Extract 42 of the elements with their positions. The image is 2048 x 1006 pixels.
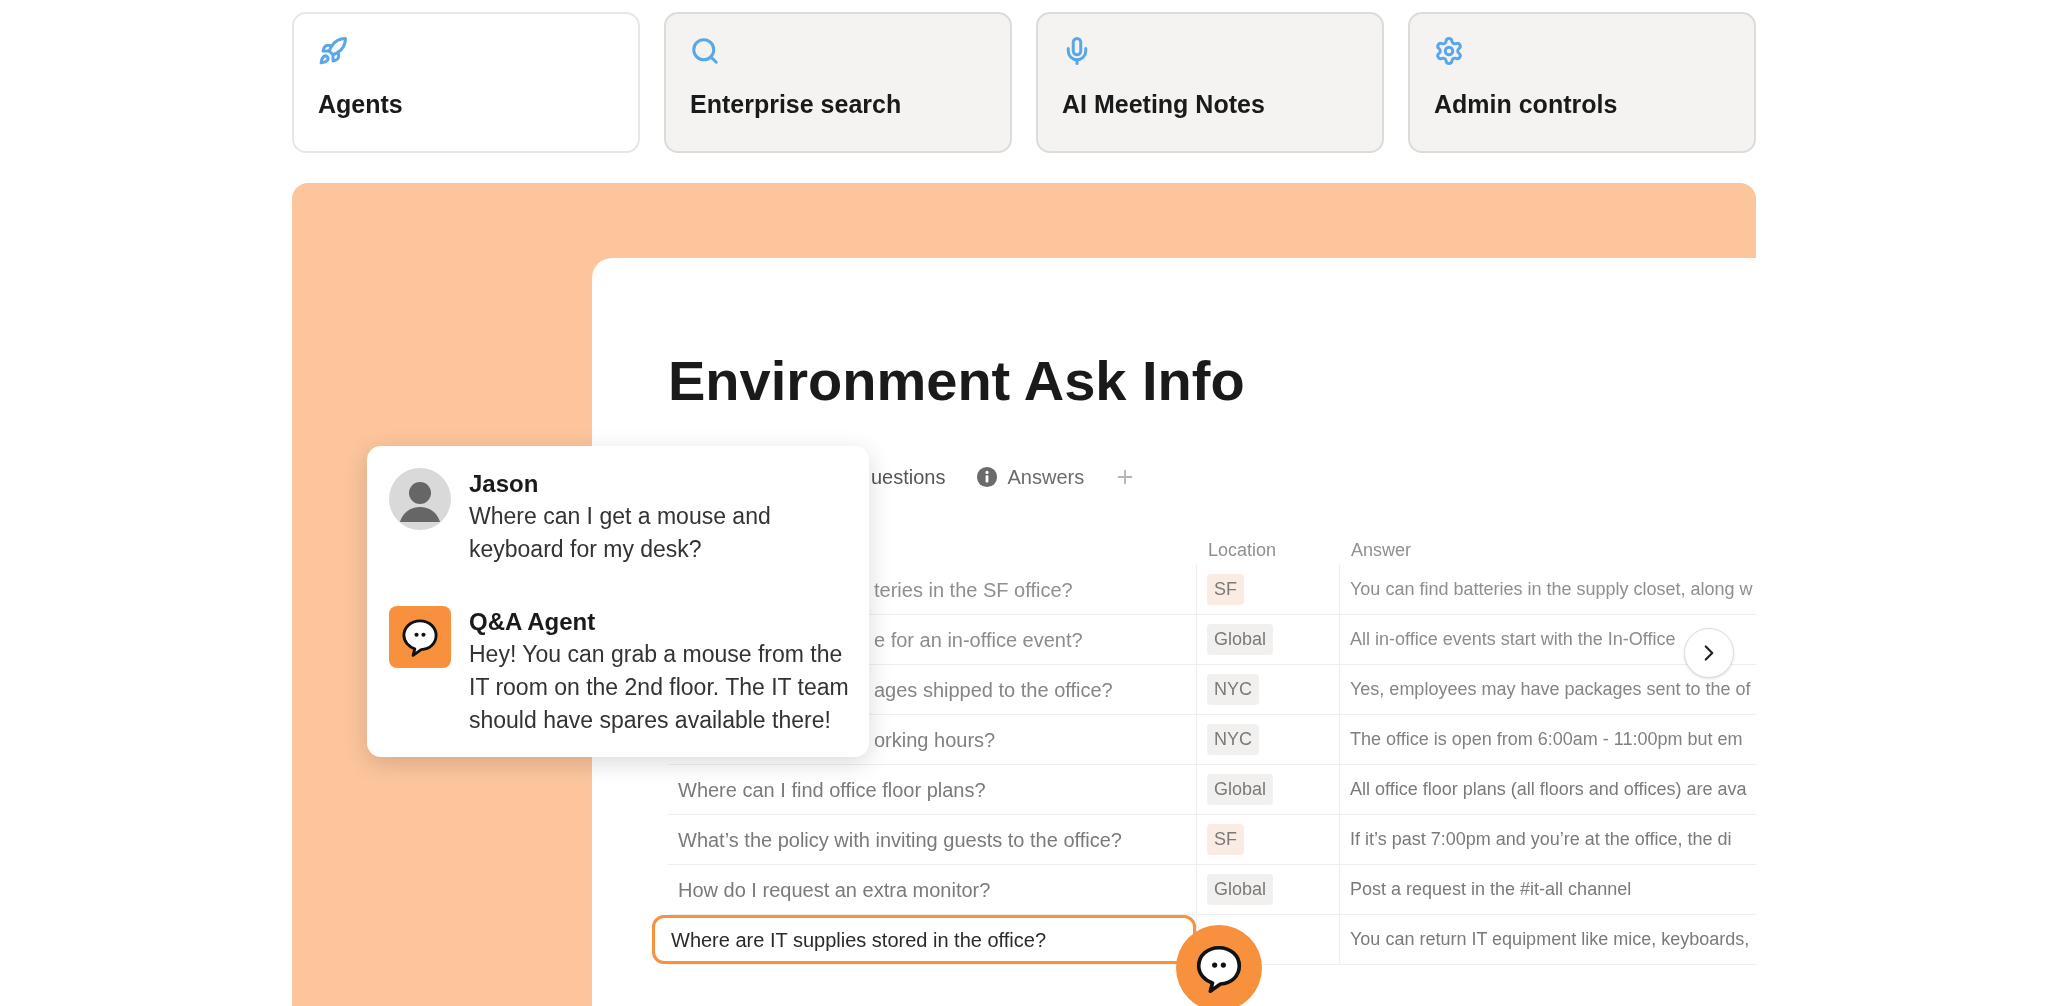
settings-icon (1434, 35, 1464, 66)
question-cell[interactable]: orking hours? (874, 715, 996, 764)
feature-tab[interactable]: AI Meeting Notes (1036, 12, 1384, 153)
column-header: Location (1208, 539, 1277, 560)
column-header: Answer (1351, 539, 1412, 560)
question-cell[interactable]: Where can I find office floor plans? (668, 765, 986, 814)
location-tag: NYC (1207, 724, 1259, 755)
sender-name: Jason (469, 469, 540, 499)
question-cell[interactable]: Where are IT supplies stored in the office? (652, 915, 1196, 964)
view-tab[interactable]: uestions (871, 462, 946, 492)
feature-tab[interactable]: Admin controls (1408, 12, 1756, 153)
message-text: Hey! You can grab a mouse from the IT room on the 2nd floor. The IT team should have spares available there! (469, 640, 850, 735)
location-tag: NYC (1207, 674, 1259, 705)
answer-cell-text: All in-office events start with the In-Office (1350, 628, 1676, 651)
question-cell[interactable]: ages shipped to the office? (874, 665, 1113, 714)
view-tab[interactable]: Answers (975, 462, 1085, 492)
location-tag: Global (1207, 624, 1274, 655)
question-cell[interactable]: What’s the policy with inviting guests to the office? (668, 815, 1122, 864)
location-tag: SF (1207, 824, 1244, 855)
location-tag: SF (1207, 574, 1244, 605)
info-icon (975, 466, 998, 488)
answer-cell-text: Yes, employees may have packages sent to the of (1350, 678, 1751, 701)
avatar-icon (389, 468, 451, 530)
answer-cell-text: The office is open from 6:00am - 11:00pm but em (1350, 728, 1743, 751)
answer-cell-text: If it’s past 7:00pm and you’re at the office, the di (1350, 828, 1732, 851)
sender-name: Q&A Agent (469, 607, 597, 637)
page-title: Environment Ask Info (668, 353, 1246, 409)
feature-tab[interactable]: Enterprise search (664, 12, 1012, 153)
search-icon (690, 35, 720, 66)
question-cell[interactable]: How do I request an extra monitor? (668, 865, 991, 914)
answer-cell-text: All office floor plans (all floors and offices) are ava (1350, 778, 1747, 801)
answer-cell-text: You can find batteries in the supply closet, along w (1350, 578, 1753, 601)
location-tag: Global (1207, 874, 1274, 905)
message-text: Where can I get a mouse and keyboard for my desk? (469, 502, 772, 564)
location-tag: Global (1207, 774, 1274, 805)
question-cell[interactable]: e for an in-office event? (874, 615, 1083, 664)
answer-cell-text: Post a request in the #it-all channel (1350, 878, 1632, 901)
question-cell[interactable]: teries in the SF office? (874, 565, 1073, 614)
next-button[interactable] (1684, 628, 1734, 678)
rocket-icon (318, 35, 348, 66)
feature-tab[interactable]: Agents (292, 12, 640, 153)
answer-cell-text: You can return IT equipment like mice, keyboards, (1350, 928, 1750, 951)
